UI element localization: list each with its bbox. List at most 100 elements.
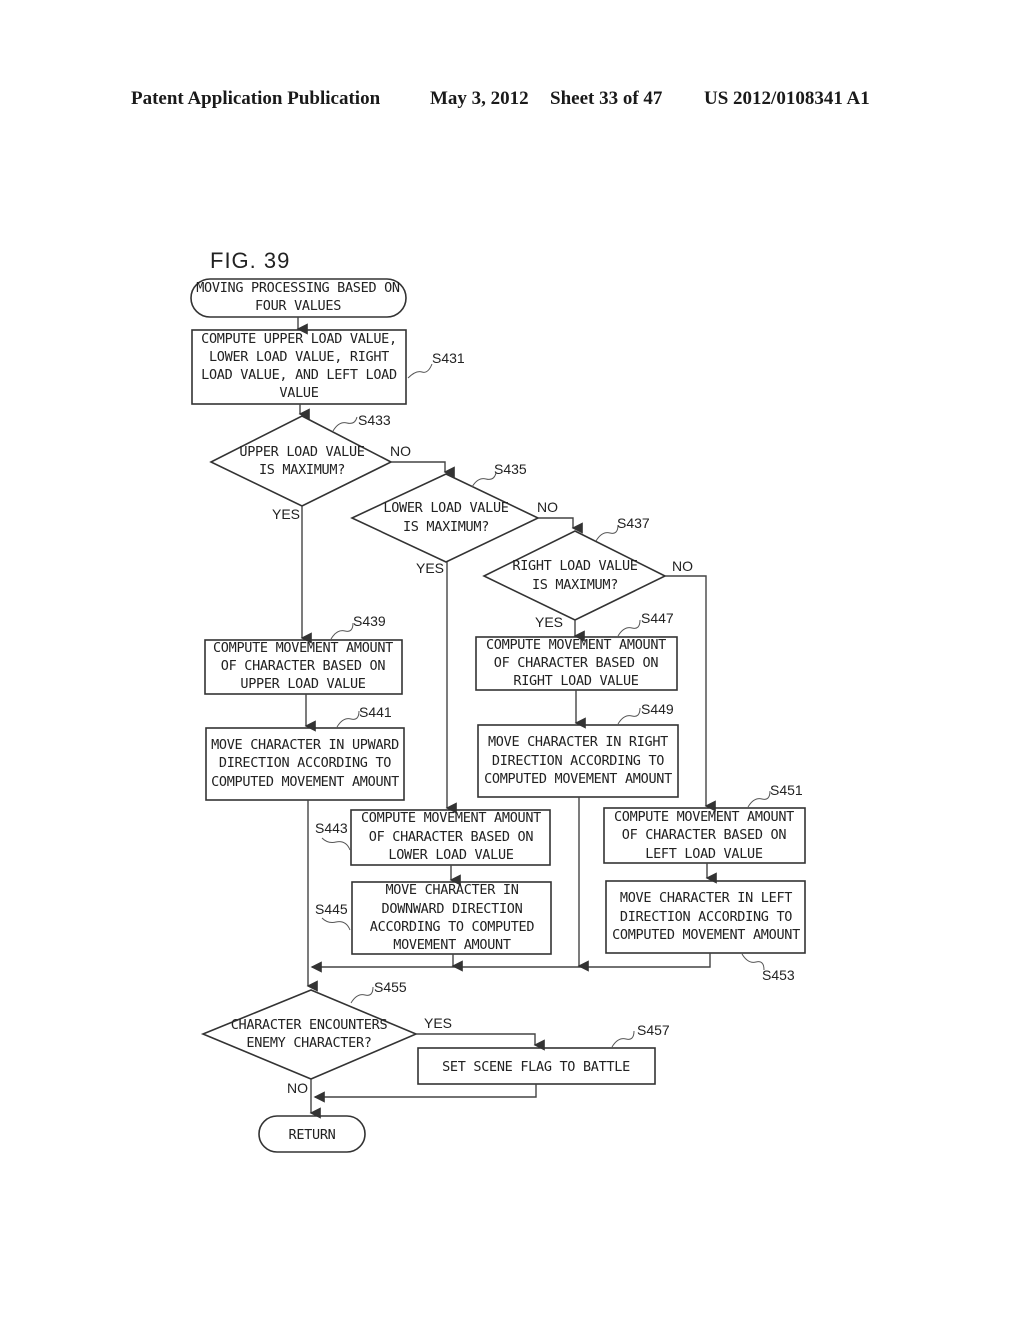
start-terminal: MOVING PROCESSING BASED ON FOUR VALUES: [190, 278, 407, 318]
step-id-s447: S447: [641, 610, 674, 626]
decision-s437: RIGHT LOAD VALUE IS MAXIMUM?: [482, 530, 667, 621]
s445-line-4: MOVEMENT AMOUNT: [393, 937, 511, 953]
start-text-2: FOUR VALUES: [255, 298, 341, 314]
leader-s443: [321, 837, 351, 851]
step-s439: COMPUTE MOVEMENT AMOUNT OF CHARACTER BAS…: [204, 639, 403, 695]
s441-line-2: DIRECTION ACCORDING TO: [219, 755, 391, 771]
s443-line-3: LOWER LOAD VALUE: [388, 847, 513, 863]
leader-s451: [747, 790, 771, 808]
leader-s433: [332, 416, 358, 432]
leader-s455: [350, 986, 374, 1004]
s451-line-1: COMPUTE MOVEMENT AMOUNT: [614, 809, 794, 825]
step-id-s457: S457: [637, 1022, 670, 1038]
s445-line-2: DOWNWARD DIRECTION: [382, 901, 523, 917]
flowchart: FIG. 39 MOVING PROCESSING BASED ON FOUR …: [190, 248, 806, 1153]
step-id-s431: S431: [432, 350, 465, 366]
s453-line-2: DIRECTION ACCORDING TO: [620, 909, 792, 925]
leader-s431: [407, 363, 433, 379]
step-id-s433: S433: [358, 412, 391, 428]
s433-line-2: IS MAXIMUM?: [259, 462, 345, 478]
step-s443: COMPUTE MOVEMENT AMOUNT OF CHARACTER BAS…: [350, 809, 551, 866]
step-id-s453: S453: [762, 967, 795, 983]
s441-line-3: COMPUTED MOVEMENT AMOUNT: [211, 774, 399, 790]
s437-line-2: IS MAXIMUM?: [532, 577, 618, 593]
leader-s439: [330, 622, 354, 640]
s439-line-3: UPPER LOAD VALUE: [240, 676, 365, 692]
s449-line-2: DIRECTION ACCORDING TO: [492, 753, 664, 769]
leader-s441: [336, 710, 360, 728]
s437-yes-label: YES: [535, 614, 563, 630]
step-id-s439: S439: [353, 613, 386, 629]
s457-line-1: SET SCENE FLAG TO BATTLE: [442, 1059, 630, 1075]
leader-s457: [611, 1030, 635, 1048]
end-terminal: RETURN: [258, 1115, 366, 1153]
s443-line-1: COMPUTE MOVEMENT AMOUNT: [361, 810, 541, 826]
figure-label: FIG. 39: [210, 248, 290, 273]
s431-line-3: LOAD VALUE, AND LEFT LOAD: [201, 367, 397, 383]
step-id-s443: S443: [315, 820, 348, 836]
s455-line-1: CHARACTER ENCOUNTERS: [231, 1017, 388, 1033]
s453-line-1: MOVE CHARACTER IN LEFT: [620, 890, 792, 906]
end-text: RETURN: [289, 1127, 336, 1143]
s445-line-1: MOVE CHARACTER IN: [385, 882, 518, 898]
step-s445: MOVE CHARACTER IN DOWNWARD DIRECTION ACC…: [351, 881, 552, 955]
s447-line-1: COMPUTE MOVEMENT AMOUNT: [486, 637, 666, 653]
step-id-s441: S441: [359, 704, 392, 720]
step-s453: MOVE CHARACTER IN LEFT DIRECTION ACCORDI…: [605, 880, 806, 954]
s431-line-4: VALUE: [279, 385, 318, 401]
s455-yes-label: YES: [424, 1015, 452, 1031]
s433-no-label: NO: [390, 443, 411, 459]
s435-no-label: NO: [537, 499, 558, 515]
arrow-s455-yes: [416, 1033, 545, 1051]
step-s447: COMPUTE MOVEMENT AMOUNT OF CHARACTER BAS…: [475, 636, 678, 691]
arrow-s457-return: [313, 1084, 537, 1103]
leader-s453: [741, 953, 765, 971]
s433-yes-label: YES: [272, 506, 300, 522]
step-s457: SET SCENE FLAG TO BATTLE: [417, 1047, 656, 1085]
step-id-s445: S445: [315, 901, 348, 917]
s447-line-2: OF CHARACTER BASED ON: [494, 655, 659, 671]
s441-line-1: MOVE CHARACTER IN UPWARD: [211, 737, 399, 753]
s445-line-3: ACCORDING TO COMPUTED: [370, 919, 535, 935]
step-id-s449: S449: [641, 701, 674, 717]
step-id-s451: S451: [770, 782, 803, 798]
s439-line-1: COMPUTE MOVEMENT AMOUNT: [213, 640, 393, 656]
s435-line-1: LOWER LOAD VALUE: [383, 500, 508, 516]
s447-line-3: RIGHT LOAD VALUE: [513, 673, 638, 689]
start-text-1: MOVING PROCESSING BASED ON: [196, 280, 400, 296]
arrow-s433-no: [391, 461, 455, 478]
step-id-s455: S455: [374, 979, 407, 995]
s443-line-2: OF CHARACTER BASED ON: [369, 829, 534, 845]
decision-s455: CHARACTER ENCOUNTERS ENEMY CHARACTER?: [200, 989, 419, 1080]
step-s449: MOVE CHARACTER IN RIGHT DIRECTION ACCORD…: [477, 724, 679, 798]
s455-no-label: NO: [287, 1080, 308, 1096]
decision-s433: UPPER LOAD VALUE IS MAXIMUM?: [209, 415, 393, 507]
s437-line-1: RIGHT LOAD VALUE: [512, 558, 637, 574]
step-s451: COMPUTE MOVEMENT AMOUNT OF CHARACTER BAS…: [603, 807, 806, 864]
s435-yes-label: YES: [416, 560, 444, 576]
s449-line-3: COMPUTED MOVEMENT AMOUNT: [484, 771, 672, 787]
s433-line-1: UPPER LOAD VALUE: [239, 444, 364, 460]
s453-line-3: COMPUTED MOVEMENT AMOUNT: [612, 927, 800, 943]
step-s441: MOVE CHARACTER IN UPWARD DIRECTION ACCOR…: [205, 727, 405, 801]
step-s431: COMPUTE UPPER LOAD VALUE, LOWER LOAD VAL…: [191, 329, 407, 405]
leader-s435: [471, 472, 497, 488]
arrow-s435-no: [538, 517, 583, 534]
s437-no-label: NO: [672, 558, 693, 574]
step-id-s437: S437: [617, 515, 650, 531]
leader-s437: [595, 524, 619, 542]
s449-line-1: MOVE CHARACTER IN RIGHT: [488, 734, 668, 750]
s431-line-1: COMPUTE UPPER LOAD VALUE,: [201, 331, 397, 347]
merge-horizontal-line: [310, 953, 711, 973]
s451-line-2: OF CHARACTER BASED ON: [622, 827, 787, 843]
s435-line-2: IS MAXIMUM?: [403, 519, 489, 535]
decision-s435: LOWER LOAD VALUE IS MAXIMUM?: [350, 473, 540, 563]
step-id-s435: S435: [494, 461, 527, 477]
s451-line-3: LEFT LOAD VALUE: [645, 846, 763, 862]
s455-line-2: ENEMY CHARACTER?: [246, 1035, 371, 1051]
s439-line-2: OF CHARACTER BASED ON: [221, 658, 386, 674]
leader-s447: [617, 619, 641, 637]
leader-s449: [617, 707, 641, 725]
leader-s445: [321, 917, 351, 931]
s431-line-2: LOWER LOAD VALUE, RIGHT: [209, 349, 389, 365]
